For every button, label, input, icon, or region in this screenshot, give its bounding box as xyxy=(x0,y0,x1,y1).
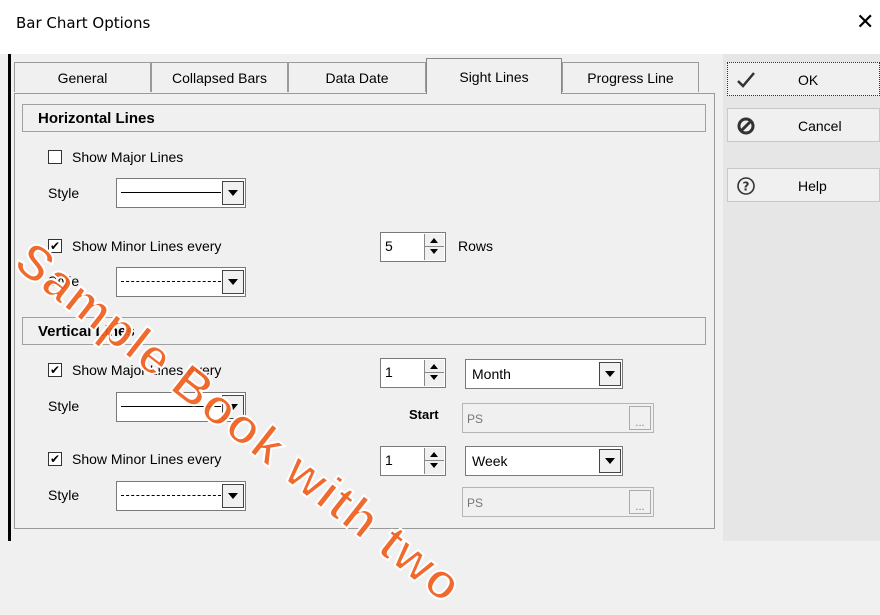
h-minor-rows-value: 5 xyxy=(385,238,393,254)
chevron-down-icon[interactable] xyxy=(222,484,244,508)
h-major-style-select[interactable] xyxy=(116,178,246,208)
v-minor-interval-value: 1 xyxy=(385,452,393,468)
spinner-buttons[interactable] xyxy=(424,448,444,474)
help-icon: ? xyxy=(737,177,755,195)
spinner-buttons[interactable] xyxy=(424,234,444,260)
tab-progress-line[interactable]: Progress Line xyxy=(562,62,699,92)
browse-button: ... xyxy=(629,406,651,430)
v-show-major-lines-label: Show Major Lines every xyxy=(72,362,222,378)
v-minor-start-value: PS xyxy=(467,496,484,510)
h-show-minor-lines-label: Show Minor Lines every xyxy=(72,238,222,254)
close-icon[interactable]: ✕ xyxy=(856,10,874,35)
h-minor-style-label: Style xyxy=(48,273,80,289)
solid-line-swatch xyxy=(121,192,221,193)
chevron-down-icon[interactable] xyxy=(222,395,244,419)
h-minor-rows-spinner[interactable]: 5 xyxy=(380,232,446,262)
ok-button[interactable]: OK xyxy=(727,62,880,96)
v-show-minor-lines-checkbox[interactable]: ✔ xyxy=(48,452,62,466)
spin-up-icon[interactable] xyxy=(430,364,438,369)
v-show-minor-lines-label: Show Minor Lines every xyxy=(72,451,222,467)
chevron-down-icon[interactable] xyxy=(222,270,244,294)
h-major-style-label: Style xyxy=(48,185,80,201)
horizontal-lines-title: Horizontal Lines xyxy=(38,110,155,127)
show-major-lines-label: Show Major Lines xyxy=(72,149,184,165)
v-minor-start-field: PS ... xyxy=(462,487,654,517)
spin-down-icon[interactable] xyxy=(430,375,438,380)
checkmark-icon xyxy=(737,72,755,88)
tab-general[interactable]: General xyxy=(14,62,151,92)
window-title: Bar Chart Options xyxy=(16,14,151,32)
v-major-unit-select[interactable]: Month xyxy=(465,359,623,389)
tab-data-date[interactable]: Data Date xyxy=(288,62,426,92)
cancel-icon xyxy=(737,117,755,135)
start-label: Start xyxy=(409,407,439,422)
tab-sight-lines[interactable]: Sight Lines xyxy=(426,58,562,94)
cancel-button[interactable]: Cancel xyxy=(727,108,880,142)
spinner-buttons[interactable] xyxy=(424,360,444,386)
spin-down-icon[interactable] xyxy=(430,463,438,468)
v-minor-interval-spinner[interactable]: 1 xyxy=(380,446,446,476)
help-label: Help xyxy=(798,178,827,194)
v-major-interval-value: 1 xyxy=(385,364,393,380)
tab-collapsed-bars[interactable]: Collapsed Bars xyxy=(151,62,288,92)
vertical-lines-title: Vertical Lines xyxy=(38,323,135,340)
ok-label: OK xyxy=(798,72,819,88)
spin-up-icon[interactable] xyxy=(430,452,438,457)
spin-up-icon[interactable] xyxy=(430,238,438,243)
chevron-down-icon[interactable] xyxy=(222,181,244,205)
show-major-lines-checkbox[interactable] xyxy=(48,150,62,164)
window-border xyxy=(8,54,11,541)
chevron-down-icon[interactable] xyxy=(599,362,621,386)
h-show-minor-lines-checkbox[interactable]: ✔ xyxy=(48,239,62,253)
spin-down-icon[interactable] xyxy=(430,249,438,254)
v-major-style-label: Style xyxy=(48,398,80,414)
v-minor-unit-value: Week xyxy=(472,453,508,469)
v-show-major-lines-checkbox[interactable]: ✔ xyxy=(48,363,62,377)
solid-line-swatch xyxy=(121,406,221,407)
v-major-start-field: PS ... xyxy=(462,403,654,433)
dashed-line-swatch xyxy=(121,495,221,496)
browse-button: ... xyxy=(629,490,651,514)
help-button[interactable]: ? Help xyxy=(727,168,880,202)
rows-unit-label: Rows xyxy=(458,238,494,254)
v-major-style-select[interactable] xyxy=(116,392,246,422)
chevron-down-icon[interactable] xyxy=(599,449,621,473)
svg-text:?: ? xyxy=(743,180,750,194)
v-minor-style-label: Style xyxy=(48,487,80,503)
v-major-interval-spinner[interactable]: 1 xyxy=(380,358,446,388)
v-major-unit-value: Month xyxy=(472,366,511,382)
v-minor-style-select[interactable] xyxy=(116,481,246,511)
h-minor-style-select[interactable] xyxy=(116,267,246,297)
v-major-start-value: PS xyxy=(467,412,484,426)
v-minor-unit-select[interactable]: Week xyxy=(465,446,623,476)
cancel-label: Cancel xyxy=(798,118,842,134)
dashed-line-swatch xyxy=(121,281,221,282)
